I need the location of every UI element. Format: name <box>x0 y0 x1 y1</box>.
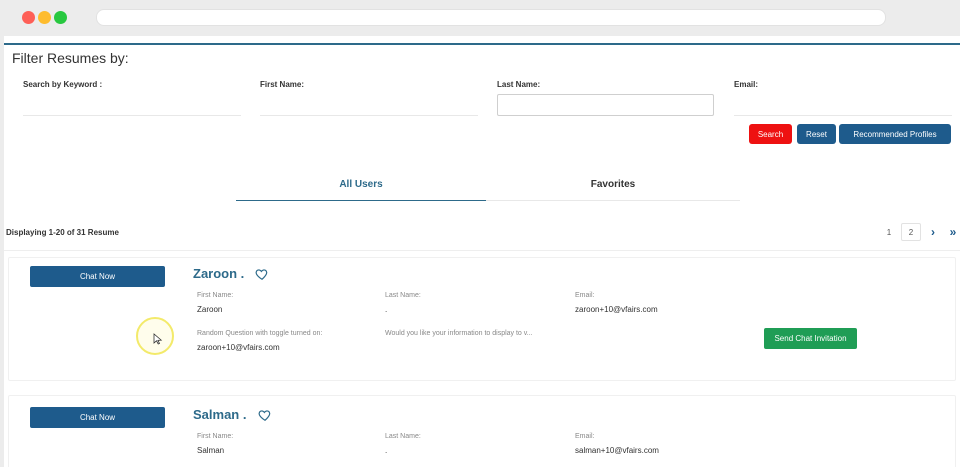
last-name-value: . <box>385 305 388 314</box>
address-bar[interactable] <box>96 9 886 26</box>
tab-favorites[interactable]: Favorites <box>486 179 740 190</box>
page-1-link[interactable]: 1 <box>880 223 898 241</box>
last-name-field-label: Last Name: <box>385 433 421 440</box>
keyword-label: Search by Keyword : <box>23 80 103 89</box>
chat-now-button[interactable]: Chat Now <box>30 407 165 428</box>
first-name-label: First Name: <box>260 80 305 89</box>
email-label: Email: <box>734 80 759 89</box>
filter-title: Filter Resumes by: <box>12 50 129 66</box>
candidate-card <box>8 395 956 467</box>
send-chat-invitation-button[interactable]: Send Chat Invitation <box>764 328 857 349</box>
first-name-field-label: First Name: <box>197 433 234 440</box>
email-field-label: Email: <box>575 433 595 440</box>
results-divider <box>4 250 960 251</box>
email-value: salman+10@vfairs.com <box>575 446 659 455</box>
email-value: zaroon+10@vfairs.com <box>575 305 658 314</box>
candidate-name[interactable]: Zaroon . <box>193 266 244 281</box>
last-name-label: Last Name: <box>497 80 541 89</box>
candidate-name[interactable]: Salman . <box>193 407 246 422</box>
keyword-input[interactable] <box>23 94 241 116</box>
active-tab-indicator <box>236 200 486 201</box>
window-minimize-dot[interactable] <box>38 11 51 24</box>
last-name-value: . <box>385 446 388 455</box>
first-name-value: Salman <box>197 446 225 455</box>
page-2-link[interactable]: 2 <box>901 223 921 241</box>
question2-label: Would you like your information to displ… <box>385 330 533 337</box>
mouse-pointer-icon <box>153 333 163 345</box>
recommended-profiles-button[interactable]: Recommended Profiles <box>839 124 951 144</box>
last-page-icon[interactable]: » <box>946 223 960 241</box>
last-name-field-label: Last Name: <box>385 292 421 299</box>
email-input[interactable] <box>734 94 952 116</box>
last-name-input[interactable] <box>497 94 714 116</box>
resume-page: Filter Resumes by: Search by Keyword : F… <box>4 36 960 467</box>
window-maximize-dot[interactable] <box>54 11 67 24</box>
email-field-label: Email: <box>575 292 595 299</box>
results-count: Displaying 1-20 of 31 Resume <box>6 228 119 237</box>
favorite-heart-icon[interactable] <box>258 408 272 422</box>
question-label: Random Question with toggle turned on: <box>197 330 323 337</box>
search-button[interactable]: Search <box>749 124 792 144</box>
reset-button[interactable]: Reset <box>797 124 836 144</box>
tab-all-users[interactable]: All Users <box>236 179 486 190</box>
window-close-dot[interactable] <box>22 11 35 24</box>
first-name-input[interactable] <box>260 94 478 116</box>
favorite-heart-icon[interactable] <box>255 267 269 281</box>
chat-now-button[interactable]: Chat Now <box>30 266 165 287</box>
first-name-field-label: First Name: <box>197 292 234 299</box>
tab-divider <box>486 200 740 201</box>
next-page-icon[interactable]: › <box>924 223 942 241</box>
header-divider <box>4 43 960 45</box>
browser-chrome <box>0 0 960 36</box>
first-name-value: Zaroon <box>197 305 223 314</box>
question-value: zaroon+10@vfairs.com <box>197 343 280 352</box>
